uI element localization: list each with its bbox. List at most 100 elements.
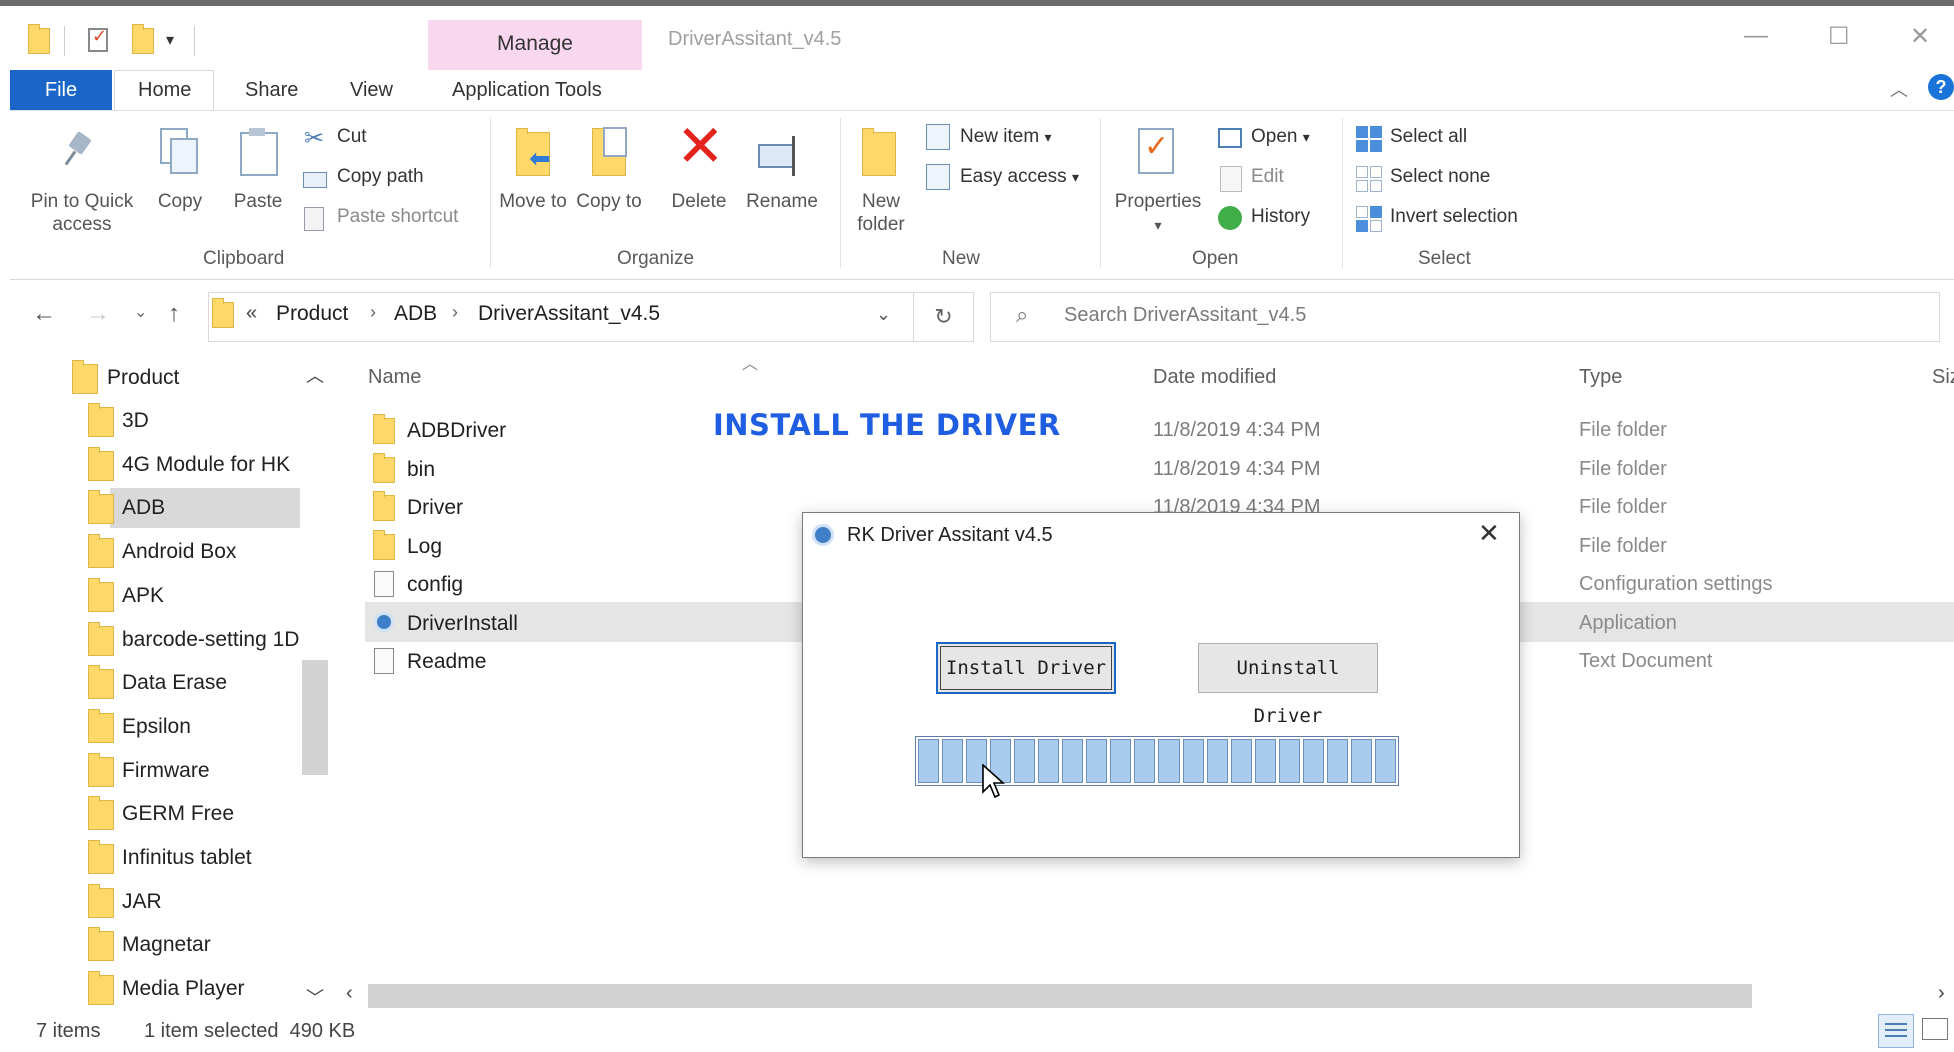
copy-icon xyxy=(160,128,198,174)
easy-access-button[interactable]: Easy access ▾ xyxy=(960,166,1079,188)
copy-to-icon xyxy=(592,127,627,176)
folder-icon xyxy=(88,708,114,743)
back-arrow-icon[interactable]: ← xyxy=(32,300,56,328)
copy-path-button[interactable]: Copy path xyxy=(337,166,424,188)
nav-scroll-up-icon[interactable]: ︿ xyxy=(306,362,324,388)
tab-view[interactable]: View xyxy=(350,70,393,110)
nav-item[interactable]: Media Player xyxy=(122,977,245,1001)
nav-item[interactable]: barcode-setting 1D xyxy=(122,628,299,652)
nav-item[interactable]: 3D xyxy=(122,409,149,433)
nav-scrollbar-thumb[interactable] xyxy=(302,660,328,775)
install-driver-button[interactable]: Install Driver xyxy=(936,642,1116,694)
file-name[interactable]: Readme xyxy=(407,650,486,674)
scroll-left-icon[interactable]: ‹ xyxy=(346,982,353,1005)
breadcrumb-adb[interactable]: ADB xyxy=(394,302,437,326)
column-header-size[interactable]: Siz xyxy=(1932,366,1954,389)
open-chevron-icon: ▾ xyxy=(1302,129,1310,145)
recent-locations-chevron-icon[interactable]: ⌄ xyxy=(134,302,147,322)
separator xyxy=(194,26,195,56)
file-name[interactable]: Driver xyxy=(407,496,463,520)
folder-icon xyxy=(373,452,395,483)
file-type: File folder xyxy=(1579,496,1667,518)
paste-button[interactable]: Paste xyxy=(224,190,292,213)
nav-root-product[interactable]: Product xyxy=(107,366,179,390)
nav-item[interactable]: Magnetar xyxy=(122,933,211,957)
folder-icon xyxy=(212,298,234,328)
column-header-name[interactable]: Name xyxy=(368,366,421,389)
folder-icon xyxy=(72,360,98,394)
file-name[interactable]: ADBDriver xyxy=(407,419,506,443)
nav-item[interactable]: Infinitus tablet xyxy=(122,846,252,870)
cut-button[interactable]: Cut xyxy=(337,126,367,148)
new-folder-icon[interactable] xyxy=(132,24,154,54)
progress-segment xyxy=(1086,739,1108,783)
status-item-count: 7 items xyxy=(36,1020,101,1042)
scroll-right-icon[interactable]: › xyxy=(1938,982,1945,1005)
select-none-button[interactable]: Select none xyxy=(1390,166,1490,188)
folder-icon xyxy=(373,529,395,560)
manage-tab[interactable]: Manage xyxy=(428,20,642,70)
minimize-button[interactable]: — xyxy=(1744,22,1768,50)
close-button[interactable]: ✕ xyxy=(1910,22,1930,51)
dialog-close-icon[interactable]: ✕ xyxy=(1478,518,1500,549)
tab-home[interactable]: Home xyxy=(138,70,191,110)
open-button[interactable]: Open ▾ xyxy=(1251,126,1310,148)
nav-item[interactable]: Android Box xyxy=(122,540,236,564)
invert-selection-button[interactable]: Invert selection xyxy=(1390,206,1518,228)
column-header-date[interactable]: Date modified xyxy=(1153,366,1276,389)
progress-segment xyxy=(1014,739,1036,783)
tab-application-tools[interactable]: Application Tools xyxy=(452,70,602,110)
horizontal-scrollbar-thumb[interactable] xyxy=(368,984,1752,1008)
address-dropdown-chevron-icon[interactable]: ⌄ xyxy=(876,304,891,325)
nav-item[interactable]: JAR xyxy=(122,890,162,914)
refresh-icon[interactable]: ↻ xyxy=(914,292,974,342)
properties-icon: ✓ xyxy=(1138,128,1174,174)
select-all-button[interactable]: Select all xyxy=(1390,126,1467,148)
uninstall-driver-button[interactable]: Uninstall Driver xyxy=(1198,643,1378,727)
nav-scroll-down-icon[interactable]: ﹀ xyxy=(306,984,324,1010)
move-to-button[interactable]: Move to xyxy=(498,190,568,213)
search-placeholder[interactable]: Search DriverAssitant_v4.5 xyxy=(1064,304,1306,327)
new-item-button[interactable]: New item ▾ xyxy=(960,126,1052,148)
forward-arrow-icon[interactable]: → xyxy=(86,300,110,328)
delete-button[interactable]: Delete xyxy=(664,190,734,213)
tab-share[interactable]: Share xyxy=(245,70,298,110)
collapse-ribbon-chevron-icon[interactable]: ︿ xyxy=(1890,76,1908,102)
file-name[interactable]: bin xyxy=(407,458,435,482)
nav-item[interactable]: Epsilon xyxy=(122,715,191,739)
nav-item[interactable]: 4G Module for HK xyxy=(122,453,290,477)
column-header-type[interactable]: Type xyxy=(1579,366,1622,389)
folder-icon[interactable] xyxy=(28,24,50,54)
breadcrumb-product[interactable]: Product xyxy=(276,302,348,326)
history-icon xyxy=(1218,206,1242,230)
customize-toolbar-chevron-icon[interactable]: ▾ xyxy=(166,30,174,50)
help-icon[interactable]: ? xyxy=(1928,74,1954,100)
properties-check-icon[interactable]: ✓ xyxy=(88,26,108,52)
file-name[interactable]: config xyxy=(407,573,463,597)
up-arrow-icon[interactable]: ↑ xyxy=(168,300,180,328)
copy-to-button[interactable]: Copy to xyxy=(574,190,644,213)
nav-item[interactable]: Data Erase xyxy=(122,671,227,695)
paste-shortcut-button[interactable]: Paste shortcut xyxy=(337,206,458,228)
rename-button[interactable]: Rename xyxy=(742,190,822,213)
breadcrumb-driverassitant[interactable]: DriverAssitant_v4.5 xyxy=(478,302,660,326)
breadcrumb-overflow[interactable]: « xyxy=(246,302,257,325)
tab-file[interactable]: File xyxy=(10,70,112,110)
file-name[interactable]: DriverInstall xyxy=(407,612,518,636)
file-name[interactable]: Log xyxy=(407,535,442,559)
nav-item[interactable]: GERM Free xyxy=(122,802,234,826)
edit-button[interactable]: Edit xyxy=(1251,166,1284,188)
separator xyxy=(840,118,841,268)
maximize-button[interactable]: ☐ xyxy=(1828,22,1850,51)
progress-segment xyxy=(942,739,964,783)
details-view-icon[interactable] xyxy=(1878,1014,1914,1048)
pin-to-quick-access-button[interactable]: Pin to Quick access xyxy=(20,190,144,236)
properties-button[interactable]: Properties ▾ xyxy=(1108,190,1208,237)
new-folder-button[interactable]: New folder xyxy=(846,190,916,236)
large-icons-view-icon[interactable] xyxy=(1922,1018,1948,1040)
nav-item[interactable]: ADB xyxy=(122,496,165,520)
nav-item[interactable]: Firmware xyxy=(122,759,210,783)
history-button[interactable]: History xyxy=(1251,206,1310,228)
copy-button[interactable]: Copy xyxy=(148,190,212,213)
nav-item[interactable]: APK xyxy=(122,584,164,608)
